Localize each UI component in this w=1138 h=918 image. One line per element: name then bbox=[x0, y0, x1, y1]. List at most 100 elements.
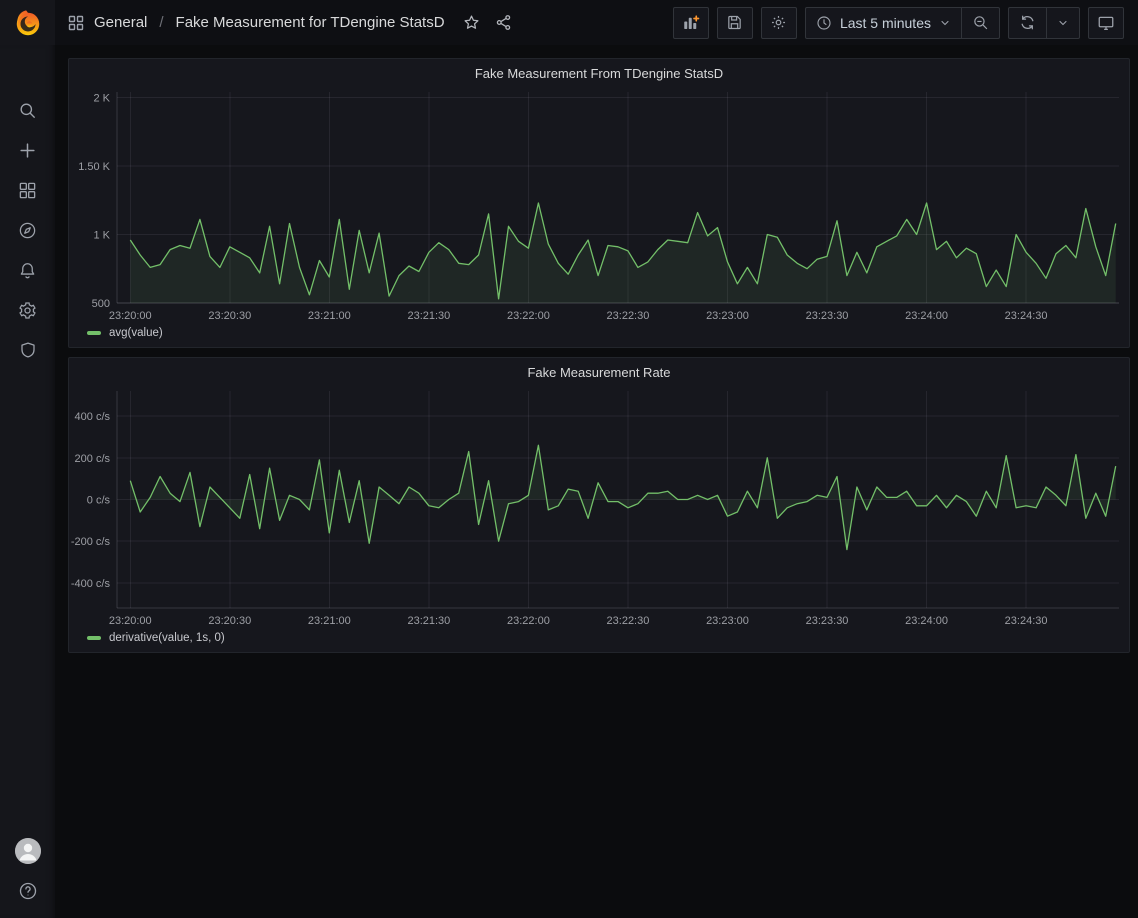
save-icon bbox=[726, 14, 743, 31]
svg-text:23:21:00: 23:21:00 bbox=[308, 310, 351, 322]
monitor-icon bbox=[1097, 14, 1115, 32]
svg-text:0 c/s: 0 c/s bbox=[87, 495, 111, 507]
refresh-interval-dropdown[interactable] bbox=[1046, 8, 1079, 38]
bell-icon bbox=[18, 261, 37, 280]
avatar-person-icon bbox=[15, 838, 41, 864]
svg-text:400 c/s: 400 c/s bbox=[75, 411, 111, 423]
apps-grid-icon[interactable] bbox=[68, 15, 84, 31]
breadcrumb-folder[interactable]: General bbox=[94, 14, 147, 31]
y-axis-labels: -400 c/s -200 c/s 0 c/s 200 c/s 400 c/s bbox=[71, 411, 111, 590]
y-axis-labels: 500 1 K 1.50 K 2 K bbox=[78, 92, 110, 310]
title-actions bbox=[457, 8, 519, 38]
svg-text:23:23:00: 23:23:00 bbox=[706, 615, 749, 627]
dashboard-title: Fake Measurement for TDengine StatsD bbox=[176, 14, 445, 31]
dashboard-settings-button[interactable] bbox=[761, 7, 797, 39]
svg-text:500: 500 bbox=[92, 298, 110, 310]
sidebar-bottom bbox=[0, 838, 55, 904]
refresh-button[interactable] bbox=[1009, 8, 1046, 38]
svg-text:23:22:00: 23:22:00 bbox=[507, 615, 550, 627]
breadcrumb-separator: / bbox=[159, 14, 163, 31]
dashboard-canvas: Fake Measurement From TDengine StatsD 50… bbox=[55, 45, 1138, 918]
star-button[interactable] bbox=[457, 8, 487, 38]
legend-item[interactable]: avg(value) bbox=[69, 325, 1129, 347]
legend-item[interactable]: derivative(value, 1s, 0) bbox=[69, 630, 1129, 652]
gear-icon bbox=[18, 301, 37, 320]
legend-label: avg(value) bbox=[109, 327, 163, 339]
svg-text:1 K: 1 K bbox=[93, 229, 110, 241]
sync-icon bbox=[1019, 14, 1036, 31]
sidebar-item-server-admin[interactable] bbox=[0, 330, 55, 370]
panel-title: Fake Measurement From TDengine StatsD bbox=[475, 66, 723, 81]
svg-text:1.50 K: 1.50 K bbox=[78, 161, 110, 173]
svg-text:23:22:30: 23:22:30 bbox=[607, 310, 650, 322]
svg-text:23:23:30: 23:23:30 bbox=[806, 615, 849, 627]
sidebar-item-search[interactable] bbox=[0, 90, 55, 130]
legend-swatch bbox=[87, 331, 101, 335]
search-minus-icon bbox=[972, 14, 989, 31]
grafana-logo[interactable] bbox=[0, 0, 55, 45]
refresh-group bbox=[1008, 7, 1080, 39]
share-icon bbox=[495, 14, 512, 31]
sidebar-item-alerting[interactable] bbox=[0, 250, 55, 290]
svg-text:23:20:00: 23:20:00 bbox=[109, 615, 152, 627]
dashboard-toolbar: Last 5 minutes bbox=[673, 7, 1124, 39]
svg-text:23:24:00: 23:24:00 bbox=[905, 615, 948, 627]
shield-icon bbox=[19, 341, 37, 359]
timeseries-chart[interactable]: -400 c/s -200 c/s 0 c/s 200 c/s 400 c/s 23:20… bbox=[69, 386, 1129, 630]
timeseries-chart[interactable]: 5001 K1.50 K2 K23:20:0023:20:3023:21:002… bbox=[69, 87, 1129, 325]
x-axis-labels: 23:20:0023:20:3023:21:0023:21:3023:22:00… bbox=[109, 310, 1048, 322]
save-dashboard-button[interactable] bbox=[717, 7, 753, 39]
sidebar-item-explore[interactable] bbox=[0, 210, 55, 250]
svg-text:23:21:30: 23:21:30 bbox=[407, 615, 450, 627]
top-navigation-bar: General / Fake Measurement for TDengine … bbox=[55, 0, 1138, 45]
x-axis-labels: 23:20:00 23:20:30 23:21:00 23:21:30 23:22:00… bbox=[109, 615, 1048, 627]
series-area bbox=[130, 203, 1115, 303]
sidebar-item-create[interactable] bbox=[0, 130, 55, 170]
time-picker-group: Last 5 minutes bbox=[805, 7, 1000, 39]
add-panel-button[interactable] bbox=[673, 7, 709, 39]
panel-fake-measurement-rate: Fake Measurement Rate -400 c/s -200 c/s 0 … bbox=[68, 357, 1130, 653]
svg-text:-400 c/s: -400 c/s bbox=[71, 578, 111, 590]
left-sidebar bbox=[0, 45, 55, 918]
panel-fake-measurement: Fake Measurement From TDengine StatsD 50… bbox=[68, 58, 1130, 348]
svg-text:200 c/s: 200 c/s bbox=[75, 453, 111, 465]
svg-text:23:21:00: 23:21:00 bbox=[308, 615, 351, 627]
svg-text:23:20:30: 23:20:30 bbox=[208, 615, 251, 627]
svg-text:23:24:30: 23:24:30 bbox=[1005, 310, 1048, 322]
cycle-view-mode-button[interactable] bbox=[1088, 7, 1124, 39]
time-picker-button[interactable]: Last 5 minutes bbox=[806, 8, 961, 38]
series-area bbox=[130, 445, 1115, 549]
star-icon bbox=[463, 14, 480, 31]
legend-swatch bbox=[87, 636, 101, 640]
svg-text:23:22:30: 23:22:30 bbox=[607, 615, 650, 627]
sidebar-item-configuration[interactable] bbox=[0, 290, 55, 330]
svg-text:23:22:00: 23:22:00 bbox=[507, 310, 550, 322]
svg-text:-200 c/s: -200 c/s bbox=[71, 536, 111, 548]
panel-add-icon bbox=[682, 14, 700, 32]
series-line bbox=[130, 445, 1115, 549]
sidebar-item-help[interactable] bbox=[0, 878, 55, 904]
question-circle-icon bbox=[18, 881, 38, 901]
panel-header[interactable]: Fake Measurement Rate bbox=[69, 358, 1129, 386]
svg-text:23:24:30: 23:24:30 bbox=[1005, 615, 1048, 627]
grafana-flame-icon bbox=[13, 8, 43, 38]
legend-label: derivative(value, 1s, 0) bbox=[109, 632, 225, 644]
svg-text:23:21:30: 23:21:30 bbox=[407, 310, 450, 322]
compass-icon bbox=[18, 221, 37, 240]
plus-icon bbox=[18, 141, 37, 160]
panel-title: Fake Measurement Rate bbox=[527, 365, 670, 380]
user-avatar[interactable] bbox=[15, 838, 41, 864]
gear-icon bbox=[770, 14, 787, 31]
clock-icon bbox=[816, 15, 832, 31]
svg-text:23:20:30: 23:20:30 bbox=[208, 310, 251, 322]
share-button[interactable] bbox=[489, 8, 519, 38]
sidebar-item-dashboards[interactable] bbox=[0, 170, 55, 210]
svg-text:2 K: 2 K bbox=[93, 92, 110, 104]
search-icon bbox=[18, 101, 37, 120]
time-range-label: Last 5 minutes bbox=[840, 15, 931, 31]
zoom-out-time-button[interactable] bbox=[961, 8, 999, 38]
svg-text:23:23:00: 23:23:00 bbox=[706, 310, 749, 322]
chevron-down-icon bbox=[939, 17, 951, 29]
panel-header[interactable]: Fake Measurement From TDengine StatsD bbox=[69, 59, 1129, 87]
svg-text:23:24:00: 23:24:00 bbox=[905, 310, 948, 322]
